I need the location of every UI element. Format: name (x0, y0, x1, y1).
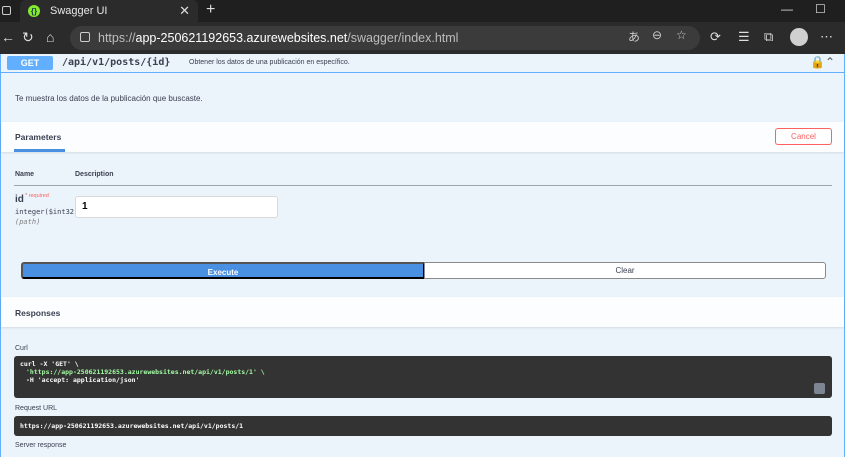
url-host: app-250621192653.azurewebsites.net (135, 31, 348, 45)
cancel-button[interactable]: Cancel (775, 128, 832, 145)
url-path: /swagger/index.html (347, 31, 459, 45)
responses-title: Responses (15, 308, 61, 318)
favorite-star-icon[interactable]: ☆ (676, 28, 687, 42)
request-url-label: Request URL (15, 405, 58, 412)
request-url-block: https://app-250621192653.azurewebsites.n… (14, 416, 832, 436)
method-badge: GET (7, 56, 53, 70)
swagger-favicon-icon: {} (28, 5, 40, 17)
url-scheme: https:// (98, 31, 136, 45)
parameters-section-header: Parameters (1, 122, 844, 152)
responses-section-header: Responses (1, 297, 844, 327)
window-menu-icon[interactable] (2, 6, 11, 15)
param-type: integer($int32) (15, 208, 79, 216)
curl-line-1: curl -X 'GET' \ (20, 360, 79, 368)
param-required: * required (25, 193, 49, 199)
minimize-icon[interactable]: — (781, 2, 793, 16)
url-bar[interactable]: https://app-250621192653.azurewebsites.n… (70, 26, 700, 50)
favorites-icon[interactable]: ☰ (738, 29, 750, 45)
column-header-description: Description (75, 171, 114, 178)
page-content: GET /api/v1/posts/{id} Obtener los datos… (0, 54, 845, 457)
collections-icon[interactable]: ⧉ (764, 29, 773, 45)
home-icon[interactable]: ⌂ (46, 29, 54, 45)
browser-tab[interactable]: {} Swagger UI ✕ (20, 0, 198, 22)
operation-summary[interactable]: GET /api/v1/posts/{id} Obtener los datos… (1, 54, 844, 73)
profile-avatar[interactable] (790, 28, 808, 46)
copy-icon[interactable] (814, 383, 825, 394)
id-input[interactable]: 1 (75, 196, 278, 218)
column-header-name: Name (15, 171, 35, 178)
back-icon[interactable]: ← (1, 29, 15, 45)
curl-code-block: curl -X 'GET' \ 'https://app-25062119265… (14, 356, 832, 398)
operation-block: GET /api/v1/posts/{id} Obtener los datos… (0, 54, 845, 457)
lock-icon (80, 32, 90, 42)
zoom-icon[interactable]: ⊖ (652, 28, 662, 42)
tab-strip: {} Swagger UI ✕ + — ☐ (0, 0, 845, 22)
close-tab-icon[interactable]: ✕ (179, 3, 190, 19)
curl-line-2: 'https://app-250621192653.azurewebsites.… (26, 368, 265, 376)
parameters-title: Parameters (15, 132, 62, 142)
operation-summary-text: Obtener los datos de una publicación en … (189, 59, 350, 66)
operation-path: /api/v1/posts/{id} (62, 57, 171, 68)
chevron-up-icon[interactable]: ⌃ (825, 55, 835, 69)
lock-authorize-icon[interactable]: 🔒 (810, 55, 825, 69)
server-response-label: Server response (15, 442, 67, 449)
extensions-icon[interactable]: ⟳ (710, 29, 721, 45)
curl-label: Curl (15, 345, 28, 352)
operation-description: Te muestra los datos de la publicación q… (15, 94, 203, 103)
parameters-tab-underline (14, 149, 65, 152)
param-location: (path) (15, 218, 41, 226)
read-aloud-icon[interactable]: あ (628, 28, 640, 45)
address-toolbar: ← ↻ ⌂ https://app-250621192653.azurewebs… (0, 22, 845, 54)
refresh-icon[interactable]: ↻ (22, 29, 34, 46)
clear-button[interactable]: Clear (424, 262, 826, 279)
table-divider (14, 185, 832, 186)
more-menu-icon[interactable]: ⋯ (820, 29, 833, 45)
tab-title: Swagger UI (50, 5, 108, 17)
new-tab-icon[interactable]: + (206, 1, 215, 19)
maximize-icon[interactable]: ☐ (815, 2, 826, 16)
execute-button[interactable]: Execute (21, 262, 425, 279)
curl-line-3: -H 'accept: application/json' (26, 376, 140, 384)
param-name: id (15, 194, 24, 205)
